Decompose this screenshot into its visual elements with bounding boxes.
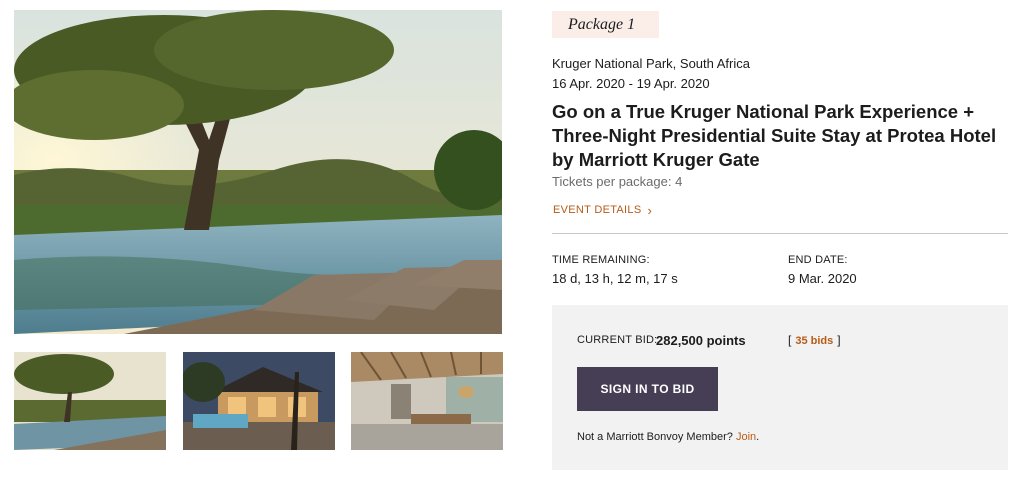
time-remaining-label: TIME REMAINING: <box>552 254 650 266</box>
package-title: Go on a True Kruger National Park Experi… <box>552 101 997 170</box>
join-link[interactable]: Join <box>736 431 756 443</box>
bids-count: [35 bids] <box>788 333 841 347</box>
end-date-value: 9 Mar. 2020 <box>788 271 857 286</box>
pool-savanna-image <box>14 10 502 334</box>
thumbnail-lodge-exterior[interactable] <box>183 352 335 450</box>
member-prompt-text: Not a Marriott Bonvoy Member? <box>577 431 733 443</box>
package-badge: Package 1 <box>552 11 659 38</box>
member-prompt: Not a Marriott Bonvoy Member? Join. <box>577 431 759 443</box>
time-remaining-value: 18 d, 13 h, 12 m, 17 s <box>552 271 678 286</box>
bids-bracket-open: [ <box>788 333 792 347</box>
section-divider <box>552 233 1008 234</box>
current-bid-label: CURRENT BID: <box>577 334 658 346</box>
lodge-exterior-thumbnail-image <box>183 352 335 450</box>
sign-in-to-bid-button[interactable]: SIGN IN TO BID <box>577 367 718 411</box>
main-photo-pool-savanna[interactable] <box>14 10 502 334</box>
suite-interior-thumbnail-image <box>351 352 503 450</box>
member-prompt-period: . <box>756 431 760 443</box>
current-bid-value: 282,500 points <box>656 333 746 348</box>
bids-bracket-close: ] <box>837 333 841 347</box>
event-details-label: EVENT DETAILS <box>553 204 642 216</box>
tickets-per-package: Tickets per package: 4 <box>552 174 683 189</box>
chevron-right-icon: › <box>647 202 653 218</box>
thumbnail-pool-savanna[interactable] <box>14 352 166 450</box>
end-date-label: END DATE: <box>788 254 848 266</box>
bid-panel: CURRENT BID: 282,500 points [35 bids] SI… <box>552 305 1008 470</box>
thumbnail-suite-interior[interactable] <box>351 352 503 450</box>
event-dates: 16 Apr. 2020 - 19 Apr. 2020 <box>552 76 710 91</box>
event-details-link[interactable]: EVENT DETAILS › <box>553 202 653 218</box>
bids-count-link[interactable]: 35 bids <box>795 335 833 347</box>
event-location: Kruger National Park, South Africa <box>552 56 750 71</box>
pool-savanna-thumbnail-image <box>14 352 166 450</box>
